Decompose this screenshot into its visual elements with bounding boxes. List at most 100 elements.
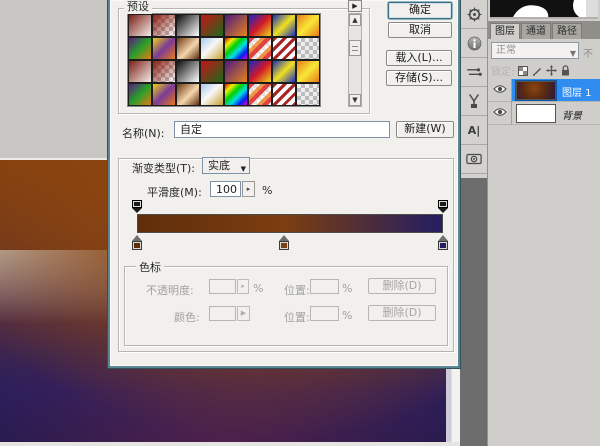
layer-thumbnail[interactable]	[516, 81, 556, 100]
preset-swatch-copper[interactable]	[176, 37, 200, 60]
character-panel-icon[interactable]: A|	[461, 116, 487, 145]
layer-name[interactable]: 图层 1	[562, 84, 592, 99]
lock-label: 锁定:	[491, 63, 514, 78]
name-label: 名称(N):	[122, 125, 165, 141]
stop-opacity-slider-button[interactable]: ▸	[237, 279, 249, 294]
scroll-up-button[interactable]: ▲	[349, 14, 361, 26]
preset-swatch-foreground-to-background[interactable]	[128, 60, 152, 83]
stop-position-label-2: 位置:	[284, 309, 310, 325]
preset-swatch-red-green[interactable]	[200, 60, 224, 83]
wheel-icon[interactable]	[461, 0, 487, 29]
gradient-type-label: 渐变类型(T):	[130, 160, 197, 176]
camera-icon[interactable]	[461, 145, 487, 174]
preset-swatch-fill	[177, 38, 199, 59]
stop-color-label: 颜色:	[174, 309, 200, 325]
preset-swatch-noise-transparent[interactable]	[296, 83, 320, 106]
color-stop[interactable]	[279, 235, 289, 250]
preset-swatch-transparent-stripes[interactable]	[272, 83, 296, 106]
lock-all-icon[interactable]	[561, 65, 570, 76]
scroll-thumb[interactable]	[349, 40, 361, 56]
gradient-preview-bar[interactable]	[137, 214, 443, 233]
preset-swatch-transparent-rainbow[interactable]	[248, 83, 272, 106]
preset-scrollbar[interactable]: ▲ ▼	[348, 13, 362, 107]
preset-swatch-yellow-violet-orange[interactable]	[152, 37, 176, 60]
delete-opacity-stop-button[interactable]: 删除(D)	[368, 278, 436, 294]
preset-swatch-spectrum[interactable]	[224, 37, 248, 60]
slider-arrow-icon: ▸	[247, 185, 251, 193]
preset-swatch-fill	[129, 84, 151, 105]
clone-source-icon[interactable]	[461, 87, 487, 116]
save-button[interactable]: 存储(S)...	[386, 70, 452, 86]
layer-name[interactable]: 背景	[562, 107, 582, 122]
preset-swatch-violet-green-orange[interactable]	[128, 83, 152, 106]
preset-swatch-fill	[225, 38, 247, 59]
layer-row[interactable]: 图层 1	[488, 79, 600, 102]
lock-transparency-icon[interactable]	[518, 66, 528, 76]
preset-swatch-foreground-to-background[interactable]	[128, 14, 152, 37]
tab-channels[interactable]: 通道	[521, 23, 551, 39]
layer-row[interactable]: 背景	[488, 102, 600, 125]
color-stop[interactable]	[438, 235, 448, 250]
stop-position-input[interactable]	[310, 279, 339, 294]
stop-color-swatch[interactable]	[209, 306, 236, 321]
opacity-stop-square	[438, 200, 448, 208]
preset-swatch-blue-yellow-blue[interactable]	[272, 60, 296, 83]
smoothness-slider-button[interactable]: ▸	[242, 181, 255, 197]
collapsed-panel-icons: A|	[460, 0, 487, 178]
preset-swatch-transparent-stripes[interactable]	[272, 37, 296, 60]
preset-swatch-violet-orange[interactable]	[224, 14, 248, 37]
lock-options-row: 锁定:	[488, 62, 600, 79]
load-button[interactable]: 载入(L)...	[386, 50, 452, 66]
preset-swatch-blue-yellow-blue[interactable]	[272, 14, 296, 37]
stop-position-percent-2: %	[342, 309, 352, 322]
preset-swatch-violet-orange[interactable]	[224, 60, 248, 83]
delete-color-stop-button[interactable]: 删除(D)	[368, 305, 436, 321]
stop-opacity-input[interactable]	[209, 279, 236, 294]
color-picker-arrow-button[interactable]: ▶	[237, 306, 250, 321]
stop-position-input-2[interactable]	[310, 306, 339, 321]
smoothness-input[interactable]: 100	[210, 181, 241, 197]
tab-layers[interactable]: 图层	[490, 23, 520, 39]
gradient-type-value: 实底	[208, 159, 230, 172]
opacity-stop[interactable]	[438, 200, 448, 213]
preset-swatch-spectrum[interactable]	[224, 83, 248, 106]
blend-mode-select[interactable]: 正常 ▼	[491, 42, 579, 59]
brushes-icon[interactable]	[461, 58, 487, 87]
gradient-type-select[interactable]: 实底 ▼	[202, 157, 250, 174]
opacity-stop[interactable]	[132, 200, 142, 213]
presets-flyout-button[interactable]: ▶	[348, 0, 362, 12]
tab-paths[interactable]: 路径	[552, 23, 582, 39]
preset-swatch-fill	[225, 84, 247, 105]
preset-swatch-copper[interactable]	[176, 83, 200, 106]
preset-swatch-yellow-violet-orange[interactable]	[152, 83, 176, 106]
opacity-label-partial: 不	[583, 45, 593, 60]
preset-swatch-foreground-to-transparent[interactable]	[152, 14, 176, 37]
preset-swatch-noise-transparent[interactable]	[296, 37, 320, 60]
preset-swatch-violet-green-orange[interactable]	[128, 37, 152, 60]
preset-swatch-black-white[interactable]	[176, 14, 200, 37]
lock-position-icon[interactable]	[546, 65, 557, 76]
name-input[interactable]: 自定	[174, 121, 390, 138]
preset-swatch-black-white[interactable]	[176, 60, 200, 83]
layer-thumbnail[interactable]	[516, 104, 556, 123]
preset-swatch-red-green[interactable]	[200, 14, 224, 37]
preset-swatch-orange-yellow-orange[interactable]	[296, 14, 320, 37]
preset-swatch-fill	[153, 38, 175, 59]
cancel-button[interactable]: 取消	[388, 22, 452, 38]
info-icon[interactable]	[461, 29, 487, 58]
layer-visibility-toggle[interactable]	[488, 79, 512, 102]
scroll-down-button[interactable]: ▼	[349, 94, 361, 106]
preset-swatch-blue-red-yellow[interactable]	[248, 60, 272, 83]
color-stop[interactable]	[132, 235, 142, 250]
preset-swatch-orange-yellow-orange[interactable]	[296, 60, 320, 83]
preset-swatch-transparent-rainbow[interactable]	[248, 37, 272, 60]
preset-swatch-chrome[interactable]	[200, 37, 224, 60]
new-button[interactable]: 新建(W)	[396, 121, 454, 138]
ok-button[interactable]: 确定	[388, 2, 452, 19]
preset-swatch-foreground-to-transparent[interactable]	[152, 60, 176, 83]
preset-swatch-chrome[interactable]	[200, 83, 224, 106]
layer-visibility-toggle[interactable]	[488, 102, 512, 125]
preset-swatch-blue-red-yellow[interactable]	[248, 14, 272, 37]
lock-pixels-icon[interactable]	[532, 66, 542, 76]
smoothness-percent: %	[262, 184, 272, 197]
